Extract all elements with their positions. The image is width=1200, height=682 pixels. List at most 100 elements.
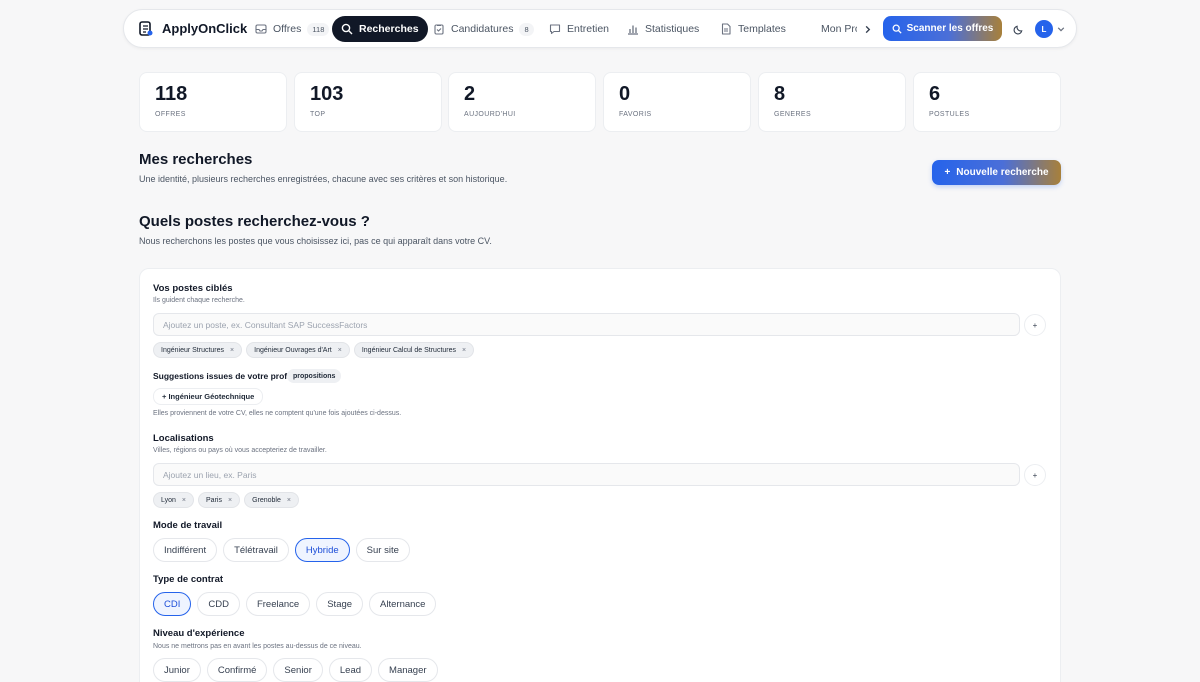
stat-value: 8 [774,83,786,105]
niveau-option-confirme[interactable]: Confirmé [206,658,268,682]
close-icon[interactable]: × [228,497,232,504]
niveau-option-manager[interactable]: Manager [378,658,438,682]
contrat-option-stage[interactable]: Stage [316,592,364,616]
localisation-chip[interactable]: Paris × [198,492,241,508]
chevron-right-icon [865,25,870,33]
inbox-icon [255,24,267,34]
stat-label: AUJOURD'HUI [464,111,516,118]
scan-offers-label: Scanner les offres [906,23,994,34]
localisations-chip-list: Lyon × Paris × Grenoble × [153,492,299,508]
localisations-help: Villes, régions ou pays où vous accepter… [153,447,327,454]
niveau-options: Junior Confirmé Senior Lead Manager [153,658,438,682]
stat-label: POSTULES [929,111,970,118]
theme-toggle-button[interactable] [1011,22,1025,36]
nav-entretien-label: Entretien [567,23,610,35]
suggestions-note: Elles proviennent de votre CV, elles ne … [153,410,402,417]
mode-option-hybride[interactable]: Hybride [294,538,350,562]
nav-candidatures-label: Candidatures [451,23,514,35]
avatar[interactable]: L [1035,20,1053,38]
question-title: Quels postes recherchez-vous ? [139,213,370,230]
poste-chip[interactable]: Ingénieur Ouvrages d'Art × [246,342,350,358]
mode-option-indifferent[interactable]: Indifférent [153,538,218,562]
stat-label: TOP [310,111,326,118]
nav-candidatures-count: 8 [519,22,534,36]
top-navbar: ApplyOnClick Offres 118 Recherches Candi… [123,9,1077,48]
brand[interactable]: ApplyOnClick [139,10,247,47]
mode-option-sur-site[interactable]: Sur site [355,538,410,562]
chip-label: Paris [206,496,222,504]
search-icon [892,24,902,34]
chip-label: Lyon [161,496,176,504]
nav-templates-label: Templates [738,23,786,35]
stat-value: 118 [155,83,188,105]
clipboard-icon [434,24,444,35]
postes-chip-list: Ingénieur Structures × Ingénieur Ouvrages… [153,342,475,358]
stat-card-aujourdhui: 2 AUJOURD'HUI [448,72,596,132]
stat-label: OFFRES [155,111,186,118]
stat-label: GENERES [774,111,812,118]
contrat-option-alternance[interactable]: Alternance [369,592,437,616]
contrat-option-cdd[interactable]: CDD [197,592,240,616]
poste-input[interactable]: Ajoutez un poste, ex. Consultant SAP Suc… [153,313,1020,336]
nav-statistiques[interactable]: Statistiques [618,16,708,42]
logo-icon [139,20,153,36]
brand-name: ApplyOnClick [162,21,248,36]
contrat-option-cdi[interactable]: CDI [153,592,192,616]
suggestion-chip[interactable]: + Ingénieur Géotechnique [153,388,264,405]
postes-help: Ils guident chaque recherche. [153,297,245,304]
localisation-input[interactable]: Ajoutez un lieu, ex. Paris [153,463,1020,486]
niveau-option-lead[interactable]: Lead [328,658,373,682]
stat-label: FAVORIS [619,111,652,118]
chip-label: Ingénieur Calcul de Structures [361,346,457,354]
stat-card-favoris: 0 FAVORIS [603,72,751,132]
stat-card-generes: 8 GENERES [758,72,906,132]
searches-subtitle: Une identité, plusieurs recherches enreg… [139,174,508,184]
scan-offers-button[interactable]: Scanner les offres [883,16,1002,41]
nav-offres-label: Offres [273,23,302,35]
postes-label: Vos postes ciblés [153,283,233,294]
stat-card-top: 103 TOP [294,72,442,132]
nav-scroll-right-button[interactable] [857,19,877,39]
close-icon[interactable]: × [230,347,234,354]
bar-chart-icon [628,25,638,35]
close-icon[interactable]: × [338,347,342,354]
close-icon[interactable]: × [462,347,466,354]
nav-templates[interactable]: Templates [711,16,795,42]
stat-value: 6 [929,83,941,105]
niveau-option-junior[interactable]: Junior [153,658,201,682]
poste-chip[interactable]: Ingénieur Calcul de Structures × [353,342,475,358]
nav-candidatures[interactable]: Candidatures 8 [424,16,543,42]
stat-value: 103 [310,83,344,105]
add-poste-button[interactable]: + [1024,314,1046,336]
stat-value: 2 [464,83,476,105]
contrat-options: CDI CDD Freelance Stage Alternance [153,592,437,616]
niveau-label: Niveau d'expérience [153,628,245,639]
mode-option-teletravail[interactable]: Télétravail [223,538,289,562]
nav-offres[interactable]: Offres 118 [246,16,338,42]
niveau-option-senior[interactable]: Senior [273,658,323,682]
plus-icon: + [944,167,951,178]
new-search-label: Nouvelle recherche [956,167,1049,178]
niveau-help: Nous ne mettrons pas en avant les postes… [153,643,362,650]
nav-recherches[interactable]: Recherches [332,16,428,42]
close-icon[interactable]: × [287,497,291,504]
document-icon [721,23,731,35]
mode-options: Indifférent Télétravail Hybride Sur site [153,538,410,562]
nav-offres-count: 118 [307,22,330,36]
poste-chip[interactable]: Ingénieur Structures × [153,342,243,358]
mode-label: Mode de travail [153,520,223,531]
chip-label: Ingénieur Ouvrages d'Art [254,346,332,354]
chip-label: Ingénieur Structures [161,346,225,354]
search-icon [341,23,353,35]
new-search-button[interactable]: + Nouvelle recherche [932,160,1061,185]
localisation-chip[interactable]: Grenoble × [244,492,299,508]
suggestions-label: Suggestions issues de votre profil [153,371,292,381]
chevron-down-icon[interactable] [1057,25,1065,33]
contrat-option-freelance[interactable]: Freelance [245,592,311,616]
close-icon[interactable]: × [182,497,186,504]
localisation-chip[interactable]: Lyon × [153,492,195,508]
message-icon [549,24,561,35]
nav-entretien[interactable]: Entretien [540,16,618,42]
add-localisation-button[interactable]: + [1024,464,1046,486]
searches-title: Mes recherches [139,151,253,168]
